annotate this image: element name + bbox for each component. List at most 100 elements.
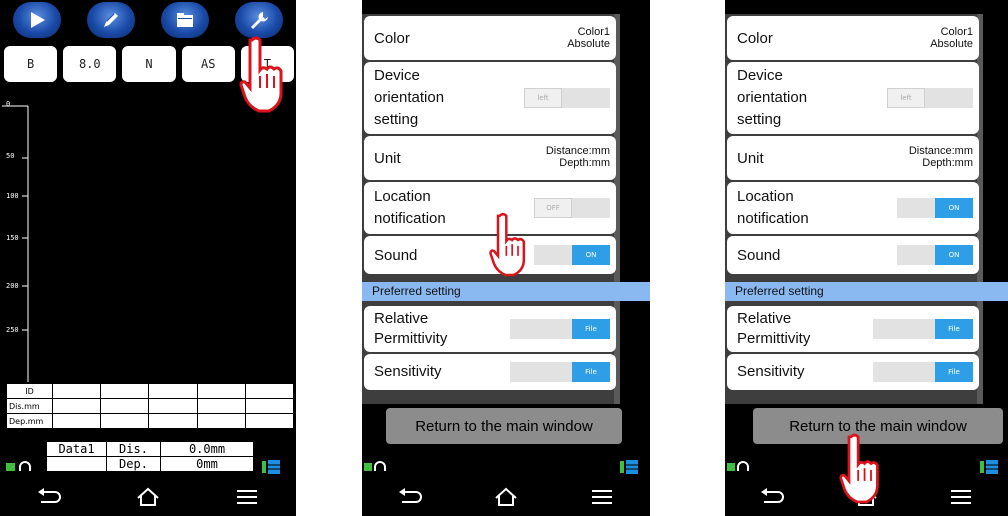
recents-icon[interactable] — [588, 487, 616, 507]
setting-label: Relative — [374, 310, 429, 327]
signal-icon — [620, 461, 624, 473]
headset-icon — [19, 461, 31, 471]
settings-list[interactable]: Color Color1 Absolute Device orientation… — [362, 14, 620, 404]
table-cell[interactable] — [51, 398, 102, 414]
color-setting[interactable]: Color Color1 Absolute — [727, 16, 979, 60]
permittivity-setting[interactable]: Relative Permittivity File — [364, 306, 616, 352]
pen-icon — [104, 13, 118, 27]
color-setting[interactable]: Color Color1 Absolute — [364, 16, 616, 60]
table-row: ID — [6, 383, 295, 399]
sound-setting[interactable]: Sound ON — [727, 236, 979, 274]
permittivity-setting[interactable]: Relative Permittivity File — [727, 306, 979, 352]
location-toggle[interactable]: ON — [897, 198, 973, 218]
y-tick-label: 100 — [6, 192, 19, 200]
location-setting[interactable]: Location notification ON — [727, 182, 979, 234]
table-cell[interactable] — [100, 413, 150, 429]
back-icon[interactable] — [396, 487, 424, 507]
unit-setting[interactable]: Unit Distance:mm Depth:mm — [727, 136, 979, 180]
table-cell[interactable] — [196, 383, 246, 399]
setting-label: Relative — [737, 310, 792, 327]
setting-label: notification — [374, 210, 446, 227]
orientation-toggle[interactable]: left — [524, 88, 610, 108]
table-cell[interactable] — [196, 413, 246, 429]
table-cell[interactable] — [244, 413, 295, 429]
plot-axes — [2, 105, 29, 382]
sound-toggle[interactable]: ON — [897, 245, 973, 265]
toggle-knob: ON — [572, 245, 610, 265]
edit-button[interactable] — [87, 2, 135, 38]
setting-label: Permittivity — [374, 330, 448, 347]
orientation-toggle[interactable]: left — [887, 88, 973, 108]
orientation-setting[interactable]: Device orientation setting left — [364, 62, 616, 134]
status-icons — [6, 460, 280, 474]
row-label: ID — [6, 383, 53, 399]
sensitivity-toggle[interactable]: File — [510, 362, 610, 382]
param-box-n[interactable]: N — [122, 46, 176, 82]
toggle-knob: ON — [935, 245, 973, 265]
settings-button[interactable] — [235, 2, 283, 38]
y-tick-label: 150 — [6, 234, 19, 242]
sensitivity-setting[interactable]: Sensitivity File — [727, 354, 979, 390]
permittivity-toggle[interactable]: File — [510, 319, 610, 339]
toggle-knob: ON — [935, 198, 973, 218]
table-cell[interactable] — [148, 383, 198, 399]
play-button[interactable] — [13, 2, 61, 38]
setting-label: Location — [374, 188, 431, 205]
table-cell[interactable] — [100, 383, 150, 399]
home-icon[interactable] — [492, 487, 520, 507]
table-row: Dep.mm — [6, 413, 295, 429]
setting-label: Sound — [737, 247, 781, 264]
marker-table: ID Dis.mm Dep.mm — [6, 383, 295, 429]
toggle-knob: File — [572, 319, 610, 339]
battery-icon — [727, 463, 735, 471]
return-main-button[interactable]: Return to the main window — [386, 408, 622, 444]
table-cell[interactable] — [100, 398, 150, 414]
recents-icon[interactable] — [947, 487, 975, 507]
toggle-knob: File — [572, 362, 610, 382]
param-box-as[interactable]: AS — [181, 46, 235, 82]
table-cell[interactable] — [148, 413, 198, 429]
toggle-knob: OFF — [534, 198, 572, 218]
setting-label: Sound — [374, 247, 418, 264]
setting-label: Sensitivity — [737, 363, 805, 380]
home-icon[interactable] — [134, 487, 162, 507]
table-cell[interactable] — [244, 398, 295, 414]
table-cell[interactable] — [148, 398, 198, 414]
recents-icon[interactable] — [233, 487, 261, 507]
table-cell[interactable] — [51, 413, 102, 429]
table-row: Dis.mm — [6, 398, 295, 414]
setting-label: Unit — [737, 150, 764, 167]
sensitivity-toggle[interactable]: File — [873, 362, 973, 382]
color-value-1: Color1 — [577, 26, 610, 38]
distance-label: Dis. — [106, 441, 161, 457]
folder-button[interactable] — [161, 2, 209, 38]
table-cell[interactable] — [196, 398, 246, 414]
menu-indicator-icon — [986, 460, 998, 474]
table-row: Data1 Dis. 0.0mm — [46, 441, 254, 457]
unit-setting[interactable]: Unit Distance:mm Depth:mm — [364, 136, 616, 180]
param-box-mode[interactable]: B — [4, 46, 58, 82]
setting-label: Color — [737, 30, 773, 47]
tap-hand-icon — [839, 433, 879, 504]
back-icon[interactable] — [758, 487, 786, 507]
setting-label: Unit — [374, 150, 401, 167]
setting-label: Device — [737, 67, 783, 84]
orientation-setting[interactable]: Device orientation setting left — [727, 62, 979, 134]
signal-icon — [262, 461, 266, 473]
location-toggle[interactable]: OFF — [534, 198, 610, 218]
unit-value-2: Depth:mm — [922, 157, 973, 169]
param-box-value[interactable]: 8.0 — [63, 46, 117, 82]
table-cell[interactable] — [51, 383, 102, 399]
settings-list[interactable]: Color Color1 Absolute Device orientation… — [725, 14, 983, 404]
sound-toggle[interactable]: ON — [534, 245, 610, 265]
sensitivity-setting[interactable]: Sensitivity File — [364, 354, 616, 390]
unit-value-1: Distance:mm — [545, 145, 610, 157]
menu-indicator-icon — [268, 460, 280, 474]
row-label: Dep.mm — [6, 413, 53, 429]
back-icon[interactable] — [35, 487, 63, 507]
menu-indicator-icon — [626, 460, 638, 474]
table-cell[interactable] — [244, 383, 295, 399]
depth-plot[interactable]: 0 50 100 150 200 250 — [0, 96, 296, 382]
permittivity-toggle[interactable]: File — [873, 319, 973, 339]
toggle-knob: File — [935, 319, 973, 339]
